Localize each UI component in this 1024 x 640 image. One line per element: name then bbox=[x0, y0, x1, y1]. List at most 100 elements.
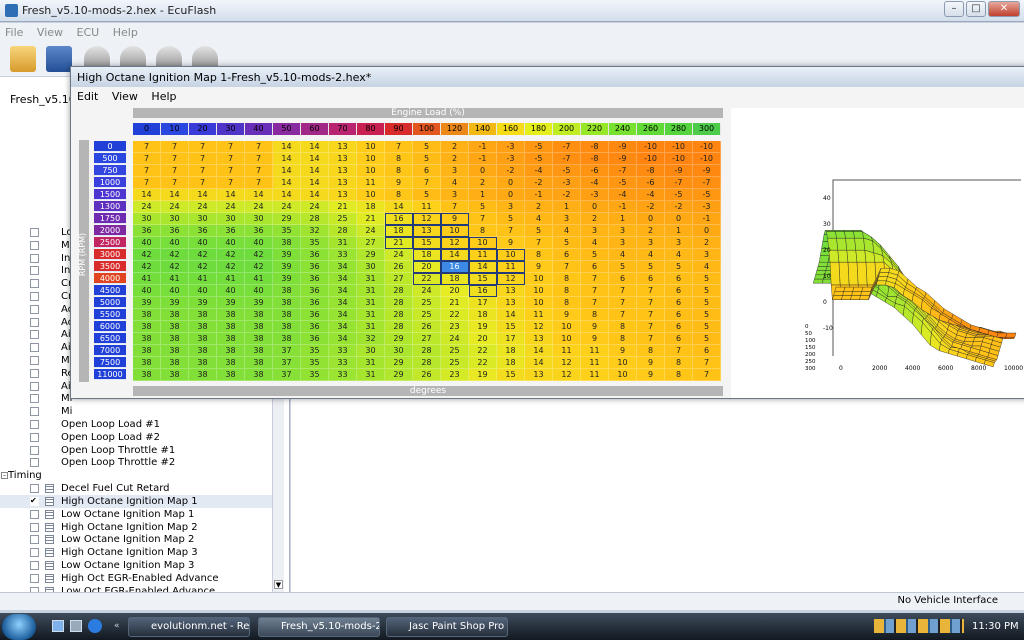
table-cell[interactable]: 42 bbox=[189, 249, 217, 261]
table-cell[interactable]: 5 bbox=[693, 273, 721, 285]
table-cell[interactable]: 8 bbox=[385, 165, 413, 177]
checkbox[interactable] bbox=[30, 458, 39, 468]
minimize-button[interactable]: – bbox=[944, 1, 964, 17]
table-cell[interactable]: 21 bbox=[357, 213, 385, 225]
table-cell[interactable]: 14 bbox=[385, 201, 413, 213]
table-cell[interactable]: 38 bbox=[133, 345, 161, 357]
table-cell[interactable]: 38 bbox=[245, 369, 273, 381]
table-cell[interactable]: 7 bbox=[217, 141, 245, 153]
table-cell[interactable]: -3 bbox=[497, 153, 525, 165]
table-cell[interactable]: -1 bbox=[469, 153, 497, 165]
table-cell[interactable]: 7 bbox=[133, 141, 161, 153]
table-cell[interactable]: -9 bbox=[609, 141, 637, 153]
table-cell[interactable]: 16 bbox=[385, 213, 413, 225]
table-cell[interactable]: 11 bbox=[413, 201, 441, 213]
table-cell[interactable]: 10 bbox=[609, 369, 637, 381]
checkbox[interactable] bbox=[30, 445, 39, 455]
task-ecuflash[interactable]: Fresh_v5.10-mods-2.... bbox=[258, 617, 380, 637]
menu-ecu[interactable]: ECU bbox=[72, 23, 105, 39]
table-cell[interactable]: 4 bbox=[609, 249, 637, 261]
table-cell[interactable]: 39 bbox=[189, 297, 217, 309]
checkbox[interactable] bbox=[30, 407, 39, 417]
checkbox[interactable] bbox=[30, 535, 39, 545]
table-cell[interactable]: 38 bbox=[133, 321, 161, 333]
checkbox[interactable] bbox=[30, 484, 39, 494]
table-cell[interactable]: 38 bbox=[161, 321, 189, 333]
table-cell[interactable]: 24 bbox=[301, 201, 329, 213]
table-cell[interactable]: 27 bbox=[357, 237, 385, 249]
table-cell[interactable]: 7 bbox=[413, 177, 441, 189]
table-cell[interactable]: 36 bbox=[133, 225, 161, 237]
checkbox[interactable] bbox=[30, 356, 39, 365]
table-cell[interactable]: 34 bbox=[329, 297, 357, 309]
table-cell[interactable]: 14 bbox=[133, 189, 161, 201]
table-cell[interactable]: 8 bbox=[581, 309, 609, 321]
checkbox[interactable] bbox=[30, 330, 39, 340]
table-cell[interactable]: 7 bbox=[553, 261, 581, 273]
table-cell[interactable]: 14 bbox=[273, 177, 301, 189]
table-cell[interactable]: 36 bbox=[189, 225, 217, 237]
table-cell[interactable]: 39 bbox=[161, 297, 189, 309]
table-cell[interactable]: 22 bbox=[413, 273, 441, 285]
table-cell[interactable]: 7 bbox=[161, 141, 189, 153]
table-cell[interactable]: -7 bbox=[553, 141, 581, 153]
table-cell[interactable]: 9 bbox=[553, 309, 581, 321]
table-cell[interactable]: 38 bbox=[189, 333, 217, 345]
table-cell[interactable]: -5 bbox=[609, 177, 637, 189]
table-cell[interactable]: 7 bbox=[637, 285, 665, 297]
table-cell[interactable]: 1 bbox=[665, 225, 693, 237]
table-cell[interactable]: 38 bbox=[189, 357, 217, 369]
table-cell[interactable]: 0 bbox=[497, 189, 525, 201]
table-cell[interactable]: 24 bbox=[273, 201, 301, 213]
table-cell[interactable]: 0 bbox=[469, 165, 497, 177]
table-cell[interactable]: 40 bbox=[133, 237, 161, 249]
table-cell[interactable]: 42 bbox=[189, 261, 217, 273]
table-cell[interactable]: 8 bbox=[469, 225, 497, 237]
checkbox[interactable] bbox=[30, 573, 39, 583]
table-cell[interactable]: 14 bbox=[525, 357, 553, 369]
table-cell[interactable]: 32 bbox=[301, 225, 329, 237]
table-cell[interactable]: 8 bbox=[553, 273, 581, 285]
table-cell[interactable]: 20 bbox=[413, 261, 441, 273]
table-cell[interactable]: 5 bbox=[693, 297, 721, 309]
table-cell[interactable]: 13 bbox=[525, 333, 553, 345]
tree-row[interactable]: Open Loop Load #2 bbox=[0, 431, 272, 444]
table-cell[interactable]: 6 bbox=[665, 297, 693, 309]
collapse-icon[interactable]: – bbox=[1, 472, 8, 480]
table-cell[interactable]: 41 bbox=[161, 273, 189, 285]
table-cell[interactable]: 40 bbox=[217, 285, 245, 297]
tree-row[interactable]: High Oct EGR-Enabled Advance bbox=[0, 572, 272, 585]
table-cell[interactable]: 15 bbox=[413, 237, 441, 249]
table-cell[interactable]: 37 bbox=[273, 369, 301, 381]
table-cell[interactable]: 8 bbox=[553, 285, 581, 297]
table-cell[interactable]: 22 bbox=[441, 309, 469, 321]
table-cell[interactable]: 38 bbox=[161, 369, 189, 381]
table-cell[interactable]: 7 bbox=[189, 153, 217, 165]
table-cell[interactable]: 7 bbox=[245, 165, 273, 177]
table-cell[interactable]: 9 bbox=[385, 177, 413, 189]
table-cell[interactable]: 5 bbox=[553, 237, 581, 249]
table-cell[interactable]: 11 bbox=[469, 249, 497, 261]
table-cell[interactable]: 28 bbox=[385, 321, 413, 333]
table-cell[interactable]: 37 bbox=[273, 357, 301, 369]
table-cell[interactable]: -5 bbox=[693, 189, 721, 201]
table-cell[interactable]: 3 bbox=[441, 165, 469, 177]
table-cell[interactable]: 5 bbox=[665, 261, 693, 273]
table-cell[interactable]: 6 bbox=[665, 285, 693, 297]
table-cell[interactable]: 3 bbox=[497, 201, 525, 213]
table-cell[interactable]: 42 bbox=[161, 249, 189, 261]
table-cell[interactable]: 7 bbox=[609, 297, 637, 309]
table-cell[interactable]: -5 bbox=[553, 165, 581, 177]
table-cell[interactable]: 12 bbox=[441, 237, 469, 249]
table-cell[interactable]: 30 bbox=[133, 213, 161, 225]
menu-edit[interactable]: Edit bbox=[71, 87, 102, 103]
table-cell[interactable]: 26 bbox=[385, 261, 413, 273]
table-cell[interactable]: 6 bbox=[553, 249, 581, 261]
table-cell[interactable]: -8 bbox=[637, 165, 665, 177]
table-cell[interactable]: 38 bbox=[189, 309, 217, 321]
table-cell[interactable]: 7 bbox=[217, 177, 245, 189]
table-cell[interactable]: 14 bbox=[301, 177, 329, 189]
table-cell[interactable]: 24 bbox=[357, 225, 385, 237]
table-cell[interactable]: 15 bbox=[497, 321, 525, 333]
table-cell[interactable]: 39 bbox=[273, 273, 301, 285]
